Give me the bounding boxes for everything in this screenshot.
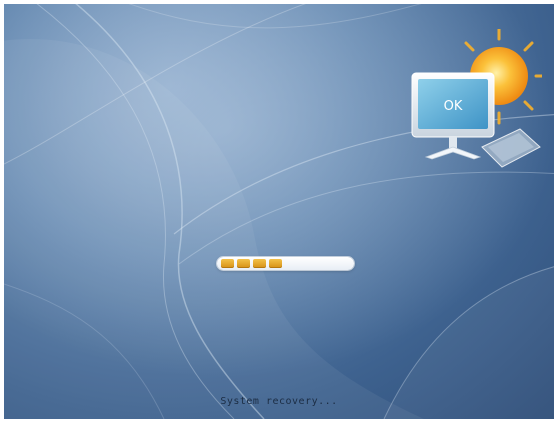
- progress-block: [253, 259, 266, 268]
- boot-screen: OK System recovery...: [4, 4, 554, 419]
- recovery-graphic: OK: [411, 29, 542, 168]
- recovery-progress-bar: [217, 257, 354, 270]
- monitor-icon: OK: [411, 72, 495, 160]
- status-message: System recovery...: [220, 396, 338, 407]
- progress-block: [221, 259, 234, 268]
- monitor-screen-text: OK: [444, 99, 463, 114]
- progress-fill: [221, 259, 282, 268]
- progress-block: [237, 259, 250, 268]
- progress-block: [269, 259, 282, 268]
